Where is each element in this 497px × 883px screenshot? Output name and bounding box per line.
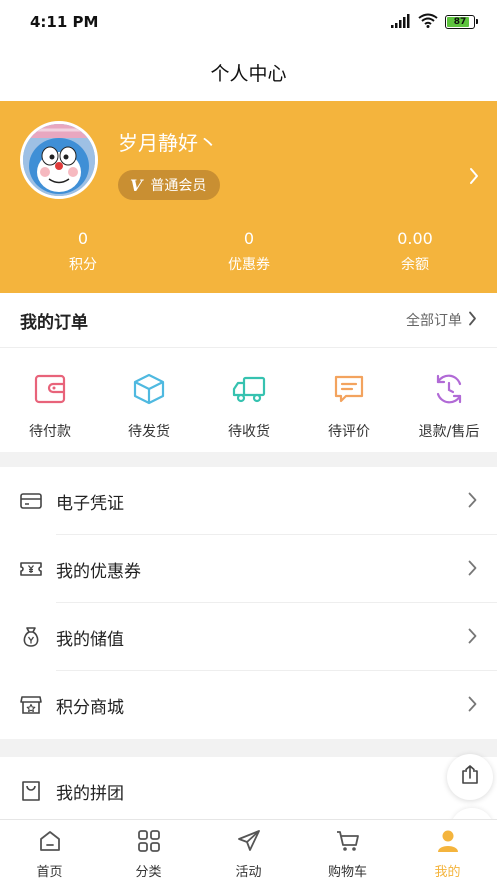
- tab-cart[interactable]: 购物车: [298, 820, 397, 883]
- store-icon: [19, 693, 43, 717]
- chevron-right-icon: [468, 628, 477, 648]
- tab-activity[interactable]: 活动: [199, 820, 298, 883]
- order-label: 待发货: [128, 424, 170, 440]
- tab-bar: 首页 分类 活动 购物车 我的: [0, 819, 497, 883]
- all-orders-label: 全部订单: [406, 313, 462, 329]
- order-label: 待付款: [29, 424, 71, 440]
- truck-icon: [232, 372, 266, 406]
- refund-icon: [432, 372, 466, 406]
- profile-header[interactable]: 岁月静好丶 V 普通会员 0 积分 0 优惠券 0.00 余额: [0, 101, 497, 293]
- menu-group-main: 电子凭证 我的优惠券 我的储值 积分商城: [0, 467, 497, 739]
- stat-balance[interactable]: 0.00 余额: [335, 229, 495, 274]
- signal-icon: [391, 13, 411, 32]
- order-label: 待收货: [228, 424, 270, 440]
- stat-points[interactable]: 0 积分: [3, 229, 163, 274]
- money-bag-icon: [19, 625, 43, 649]
- menu-item-e-voucher[interactable]: 电子凭证: [0, 467, 497, 535]
- member-level: 普通会员: [150, 178, 207, 194]
- paper-plane-icon: [236, 828, 262, 854]
- tab-label: 我的: [434, 865, 461, 880]
- order-pending-payment[interactable]: 待付款: [0, 348, 100, 452]
- chevron-right-icon: [468, 696, 477, 716]
- chevron-right-icon: [468, 492, 477, 512]
- ticket-icon: [19, 557, 43, 581]
- home-icon: [37, 828, 63, 854]
- tab-category[interactable]: 分类: [99, 820, 198, 883]
- tab-label: 购物车: [327, 865, 367, 880]
- stat-label: 积分: [69, 257, 97, 273]
- box-icon: [132, 372, 166, 406]
- order-pending-review[interactable]: 待评价: [299, 348, 399, 452]
- battery-level: 87: [453, 17, 467, 27]
- chevron-right-icon: [468, 311, 477, 330]
- status-bar: 4:11 PM 87: [0, 0, 497, 44]
- tab-label: 首页: [36, 865, 63, 880]
- menu-item-points-mall[interactable]: 积分商城: [0, 671, 497, 739]
- chevron-right-icon[interactable]: [469, 167, 479, 189]
- menu-item-stored-value[interactable]: 我的储值: [0, 603, 497, 671]
- orders-header: 我的订单 全部订单: [0, 293, 497, 348]
- member-badge[interactable]: V 普通会员: [118, 170, 221, 200]
- stat-coupons[interactable]: 0 优惠券: [169, 229, 329, 274]
- page-title: 个人中心: [210, 63, 287, 85]
- menu-item-group-buy[interactable]: 我的拼团: [0, 757, 497, 825]
- bag-icon: [19, 779, 43, 803]
- vip-icon: V: [130, 175, 143, 195]
- order-label: 待评价: [328, 424, 370, 440]
- stat-value: 0.00: [397, 229, 433, 248]
- order-label: 退款/售后: [418, 424, 480, 440]
- comment-icon: [332, 372, 366, 406]
- nav-bar: 个人中心: [0, 44, 497, 101]
- order-status-row: 待付款 待发货 待收货 待评价 退款/售后: [0, 348, 497, 452]
- stat-label: 余额: [401, 257, 429, 273]
- order-refund[interactable]: 退款/售后: [399, 348, 497, 452]
- username: 岁月静好丶: [118, 131, 218, 155]
- battery-indicator: 87: [445, 15, 478, 29]
- order-pending-shipment[interactable]: 待发货: [99, 348, 199, 452]
- avatar[interactable]: [20, 121, 98, 199]
- orders-title: 我的订单: [20, 312, 88, 333]
- wallet-icon: [33, 372, 67, 406]
- tab-label: 活动: [235, 865, 262, 880]
- order-pending-receipt[interactable]: 待收货: [199, 348, 299, 452]
- menu-label: 我的储值: [56, 629, 124, 650]
- menu-item-coupons[interactable]: 我的优惠券: [0, 535, 497, 603]
- menu-label: 我的拼团: [56, 783, 124, 804]
- menu-group-secondary: 我的拼团: [0, 757, 497, 825]
- stat-value: 0: [243, 229, 255, 248]
- stat-value: 0: [77, 229, 89, 248]
- share-button[interactable]: [447, 754, 493, 800]
- menu-label: 电子凭证: [56, 493, 124, 514]
- wifi-icon: [418, 13, 438, 32]
- status-icons: 87: [391, 13, 478, 32]
- tab-mine[interactable]: 我的: [398, 820, 497, 883]
- menu-label: 积分商城: [56, 697, 124, 718]
- stat-label: 优惠券: [228, 257, 270, 273]
- status-time: 4:11 PM: [30, 13, 99, 31]
- all-orders-link[interactable]: 全部订单: [406, 310, 477, 330]
- share-icon: [459, 764, 481, 790]
- tab-home[interactable]: 首页: [0, 820, 99, 883]
- card-icon: [19, 489, 43, 513]
- person-icon: [435, 828, 461, 854]
- tab-label: 分类: [135, 865, 162, 880]
- grid-icon: [136, 828, 162, 854]
- menu-label: 我的优惠券: [56, 561, 141, 582]
- chevron-right-icon: [468, 560, 477, 580]
- cart-icon: [335, 828, 361, 854]
